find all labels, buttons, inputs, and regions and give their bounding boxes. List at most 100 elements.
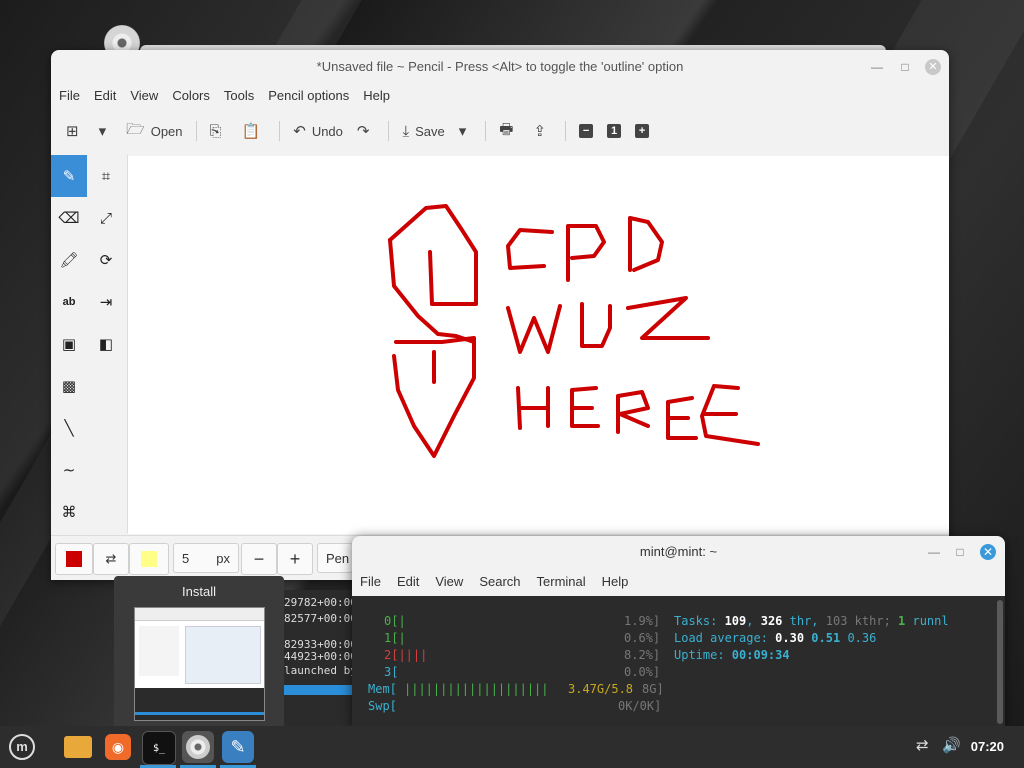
- crop-tool-button[interactable]: ⌗: [88, 155, 124, 197]
- undo-label: Undo: [311, 123, 343, 139]
- new-button[interactable]: ⊞: [59, 116, 92, 146]
- drawing-stroke: [616, 390, 650, 434]
- maximize-button[interactable]: □: [897, 59, 913, 75]
- files-launcher[interactable]: [62, 731, 94, 763]
- terminal-minimize-button[interactable]: —: [926, 544, 942, 560]
- minimize-button[interactable]: —: [869, 59, 885, 75]
- menu-pencil-options[interactable]: Pencil options: [261, 84, 356, 108]
- network-icon[interactable]: ⇄: [916, 736, 929, 754]
- paste-button[interactable]: 📋: [235, 116, 274, 146]
- new-dropdown-button[interactable]: ▾: [92, 116, 120, 146]
- zoom-in-icon: +: [635, 124, 650, 138]
- toolbar-separator: [195, 121, 197, 141]
- terminal-output[interactable]: 0[| 1.9%] 1[| 0.6%] 2[|||| 8.2%] 3[ 0.0%…: [352, 596, 1005, 726]
- zoom-in-button[interactable]: +: [628, 116, 656, 146]
- pencil-tool-button[interactable]: ✎: [51, 155, 87, 197]
- menu-edit[interactable]: Edit: [87, 84, 123, 108]
- pen-options-dropdown[interactable]: Pen: [317, 543, 353, 573]
- curve-tool-button[interactable]: ∼: [51, 449, 87, 491]
- load5-value: 0.51: [811, 631, 841, 645]
- tasks-value: 109: [724, 614, 747, 628]
- drawing-stroke: [666, 396, 698, 440]
- drawing-canvas[interactable]: [128, 156, 949, 534]
- skew-tool-button[interactable]: ⇥: [88, 281, 124, 323]
- load15-value: 0.36: [847, 631, 877, 645]
- cpu0-bar: 0[|: [384, 614, 406, 628]
- window-title: *Unsaved file ~ Pencil - Press <Alt> to …: [316, 59, 684, 74]
- primary-color-swatch: [66, 551, 82, 567]
- terminal-menu-view[interactable]: View: [427, 572, 471, 592]
- pencil-app-icon: ✎: [230, 736, 246, 757]
- terminal-launcher[interactable]: $_: [142, 731, 176, 765]
- pencil-launcher[interactable]: ✎: [222, 731, 254, 763]
- zoom-out-button[interactable]: −: [572, 116, 600, 146]
- drawing-stroke: [628, 216, 664, 272]
- tasks-line: Tasks: 109, 326 thr, 103 kthr; 1 runnl: [674, 613, 949, 630]
- free-select-icon: ▩: [61, 378, 77, 395]
- primary-color-button[interactable]: [55, 543, 93, 575]
- firefox-launcher[interactable]: ◉: [102, 731, 134, 763]
- drawing-stroke: [580, 302, 612, 348]
- size-decrease-button[interactable]: −: [241, 543, 277, 575]
- tasks-label: Tasks:: [674, 614, 725, 628]
- secondary-color-button[interactable]: [129, 543, 169, 575]
- zoom-100-button[interactable]: 1: [600, 116, 628, 146]
- size-input[interactable]: 5 px: [173, 543, 239, 573]
- terminal-close-button[interactable]: ✕: [980, 544, 996, 560]
- mint-menu-button[interactable]: m: [6, 731, 38, 763]
- share-button[interactable]: ⇪: [526, 116, 559, 146]
- swap-colors-button[interactable]: ⇄: [93, 543, 129, 575]
- menu-colors[interactable]: Colors: [165, 84, 217, 108]
- install-launcher[interactable]: [182, 731, 214, 763]
- size-increase-button[interactable]: +: [277, 543, 313, 575]
- highlighter-tool-button[interactable]: 🖍: [51, 239, 87, 281]
- text-tool-button[interactable]: ab: [51, 281, 87, 323]
- undo-button[interactable]: ↶ Undo: [286, 116, 350, 146]
- menu-help[interactable]: Help: [356, 84, 397, 108]
- clock[interactable]: 07:20: [971, 726, 1004, 768]
- window-preview-install[interactable]: Install: [114, 576, 284, 728]
- scale-tool-button[interactable]: ⤢: [88, 197, 124, 239]
- crop-icon: ⌗: [101, 167, 111, 185]
- filters-tool-button[interactable]: ◧: [88, 323, 124, 365]
- pencil-icon: ✎: [62, 168, 76, 185]
- print-button[interactable]: 🖶: [492, 116, 526, 146]
- terminal-menu-search[interactable]: Search: [471, 572, 528, 592]
- terminal-menu-help[interactable]: Help: [594, 572, 637, 592]
- text-icon: ab: [62, 296, 76, 308]
- mem-label: Mem[: [368, 682, 397, 696]
- eraser-tool-button[interactable]: ⌫: [51, 197, 87, 239]
- log-line: 44923+00:00: [284, 650, 352, 663]
- cpu1-pct: 0.6%]: [624, 631, 661, 645]
- shape-tool-button[interactable]: ⌘: [51, 491, 87, 533]
- terminal-menu-terminal[interactable]: Terminal: [529, 572, 594, 592]
- preview-title: Install: [182, 584, 216, 599]
- swap-icon: ⇄: [105, 551, 117, 566]
- secondary-color-swatch: [141, 551, 157, 567]
- terminal-maximize-button[interactable]: □: [952, 544, 968, 560]
- pen-label: Pen: [326, 550, 350, 566]
- free-select-button[interactable]: ▩: [51, 365, 87, 407]
- menu-view[interactable]: View: [123, 84, 165, 108]
- close-button[interactable]: ✕: [925, 59, 941, 75]
- terminal-scrollbar[interactable]: [997, 600, 1003, 724]
- save-dropdown-button[interactable]: ▾: [452, 116, 480, 146]
- menu-file[interactable]: File: [52, 84, 87, 108]
- terminal-menu-edit[interactable]: Edit: [389, 572, 427, 592]
- volume-icon[interactable]: 🔊: [942, 736, 961, 754]
- line-tool-button[interactable]: ╲: [51, 407, 87, 449]
- terminal-menubar: File Edit View Search Terminal Help: [352, 572, 636, 592]
- pencil-window: *Unsaved file ~ Pencil - Press <Alt> to …: [51, 50, 949, 580]
- open-button[interactable]: 🗁 Open: [119, 116, 189, 146]
- import-button[interactable]: ⎘: [203, 116, 235, 146]
- log-line: launched by: [284, 664, 352, 677]
- mem-bar: ||||||||||||||||||||: [404, 682, 549, 696]
- menu-tools[interactable]: Tools: [217, 84, 261, 108]
- firefox-icon: ◉: [105, 734, 131, 760]
- redo-button[interactable]: ↷: [350, 116, 383, 146]
- rotate-tool-button[interactable]: ⟳: [88, 239, 124, 281]
- rectangle-select-button[interactable]: ▣: [51, 323, 87, 365]
- terminal-menu-file[interactable]: File: [352, 572, 389, 592]
- log-line: 82577+00:00: [284, 612, 352, 625]
- save-button[interactable]: ⤓ Save: [395, 116, 451, 146]
